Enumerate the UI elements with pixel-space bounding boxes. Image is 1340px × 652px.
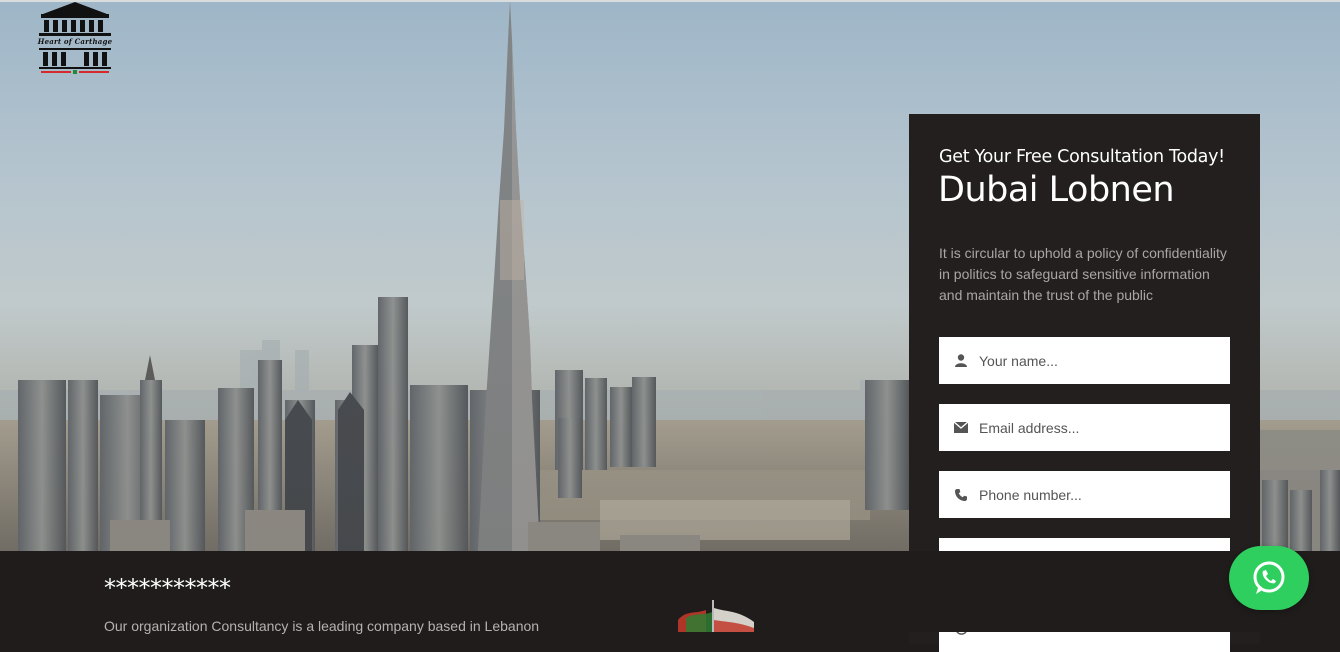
email-input[interactable] [979, 407, 1219, 448]
uae-flag-image [676, 600, 756, 637]
phone-icon [953, 487, 969, 503]
top-border [0, 0, 1340, 2]
about-heading: *********** [104, 574, 231, 602]
name-field[interactable] [939, 337, 1230, 384]
name-input[interactable] [979, 340, 1219, 381]
whatsapp-icon [1253, 561, 1285, 594]
consultation-kicker: Get Your Free Consultation Today! [939, 147, 1225, 167]
logo-wordmark: Heart of Carthage [37, 37, 113, 46]
phone-field[interactable] [939, 471, 1230, 518]
user-icon [953, 353, 969, 369]
envelope-icon [953, 420, 969, 436]
consultation-description: It is circular to uphold a policy of con… [939, 245, 1227, 303]
consultation-title: Dubai Lobnen [938, 170, 1175, 210]
phone-input[interactable] [979, 474, 1219, 515]
email-field[interactable] [939, 404, 1230, 451]
whatsapp-button[interactable] [1229, 546, 1309, 610]
heart-of-carthage-logo[interactable]: Heart of Carthage [35, 2, 115, 76]
